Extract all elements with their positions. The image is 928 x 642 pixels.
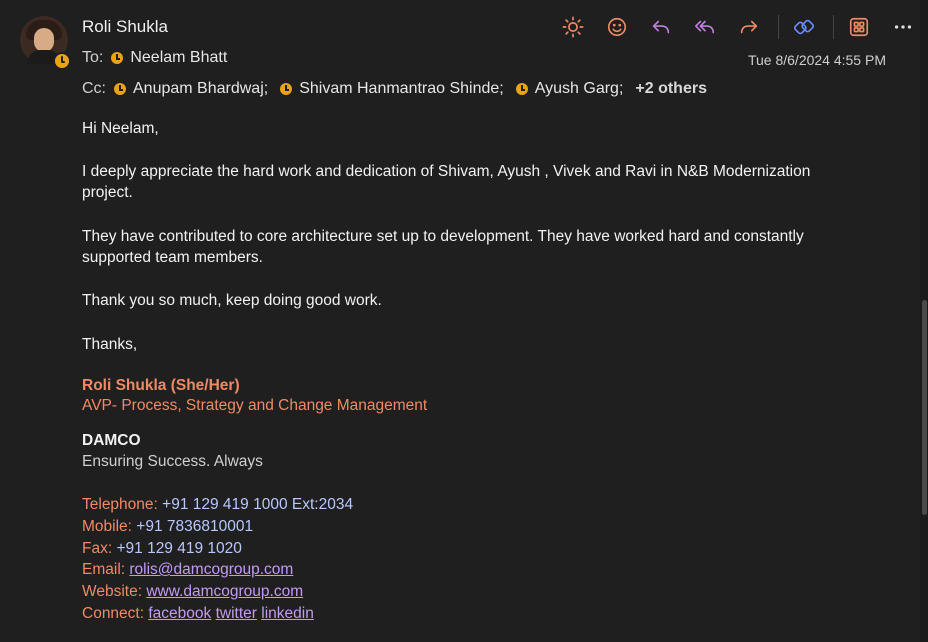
away-status-icon xyxy=(53,52,71,70)
reply-all-icon[interactable] xyxy=(690,12,720,42)
scrollbar-thumb[interactable] xyxy=(922,300,927,515)
recipient-cc[interactable]: Ayush Garg; xyxy=(515,80,624,98)
cc-label: Cc: xyxy=(82,80,106,97)
telephone-value: +91 129 419 1000 Ext:2034 xyxy=(162,496,354,513)
clock-icon xyxy=(515,83,528,95)
recipient-cc[interactable]: Anupam Bhardwaj; xyxy=(114,80,268,98)
more-recipients-link[interactable]: +2 others xyxy=(635,80,707,98)
mobile-value: +91 7836810001 xyxy=(136,518,254,535)
recipient-cc[interactable]: Shivam Hanmantrao Shinde; xyxy=(280,80,504,98)
greeting: Hi Neelam, xyxy=(82,120,159,137)
toolbar-divider xyxy=(778,15,779,39)
emoji-icon[interactable] xyxy=(602,12,632,42)
mobile-label: Mobile: xyxy=(82,518,132,535)
to-label: To: xyxy=(82,49,104,66)
cc-line: Cc: Anupam Bhardwaj; Shivam Hanmantrao S… xyxy=(82,80,707,98)
website-link[interactable]: www.damcogroup.com xyxy=(146,583,303,600)
signature-title: AVP- Process, Strategy and Change Manage… xyxy=(82,397,428,414)
connect-line: Connect: facebook twitter linkedin xyxy=(82,603,852,624)
sender-name[interactable]: Roli Shukla xyxy=(82,17,168,37)
closing: Thanks, xyxy=(82,336,138,353)
clock-icon xyxy=(111,52,124,64)
email-label: Email: xyxy=(82,561,126,578)
linkedin-link[interactable]: linkedin xyxy=(261,605,314,622)
website-line: Website: www.damcogroup.com xyxy=(82,581,852,602)
clock-icon xyxy=(280,83,293,95)
avatar-face xyxy=(34,28,54,52)
clock-icon xyxy=(114,83,126,95)
reply-icon[interactable] xyxy=(646,12,676,42)
toolbar-divider xyxy=(833,15,834,39)
more-icon[interactable] xyxy=(888,12,918,42)
scrollbar-track[interactable] xyxy=(920,0,928,642)
fax-label: Fax: xyxy=(82,540,113,557)
loop-icon[interactable] xyxy=(789,12,819,42)
apps-icon[interactable] xyxy=(844,12,874,42)
recipient-name: Shivam Hanmantrao Shinde; xyxy=(299,80,504,97)
signature-company: DAMCO xyxy=(82,432,141,449)
sent-date: Tue 8/6/2024 4:55 PM xyxy=(747,52,886,68)
sun-icon[interactable] xyxy=(558,12,588,42)
email-link[interactable]: rolis@damcogroup.com xyxy=(129,561,293,578)
telephone-label: Telephone: xyxy=(82,496,158,513)
telephone-line: Telephone: +91 129 419 1000 Ext:2034 xyxy=(82,494,852,515)
twitter-link[interactable]: twitter xyxy=(216,605,257,622)
connect-label: Connect: xyxy=(82,605,145,622)
signature-tagline: Ensuring Success. Always xyxy=(82,453,263,470)
message-toolbar xyxy=(558,12,928,42)
signature-name: Roli Shukla (She/Her) xyxy=(82,377,240,394)
fax-line: Fax: +91 129 419 1020 xyxy=(82,538,852,559)
fax-value: +91 129 419 1020 xyxy=(116,540,242,557)
email-line: Email: rolis@damcogroup.com xyxy=(82,559,852,580)
recipient-to[interactable]: Neelam Bhatt xyxy=(111,49,227,67)
body-paragraph: Thank you so much, keep doing good work. xyxy=(82,292,382,309)
body-paragraph: They have contributed to core architectu… xyxy=(82,228,804,266)
forward-icon[interactable] xyxy=(734,12,764,42)
recipient-name: Ayush Garg; xyxy=(534,80,624,97)
mobile-line: Mobile: +91 7836810001 xyxy=(82,516,852,537)
website-label: Website: xyxy=(82,583,143,600)
recipient-name: Neelam Bhatt xyxy=(130,49,228,66)
recipient-name: Anupam Bhardwaj; xyxy=(133,80,269,97)
to-line: To: Neelam Bhatt xyxy=(82,49,239,67)
body-paragraph: I deeply appreciate the hard work and de… xyxy=(82,163,811,201)
facebook-link[interactable]: facebook xyxy=(148,605,211,622)
